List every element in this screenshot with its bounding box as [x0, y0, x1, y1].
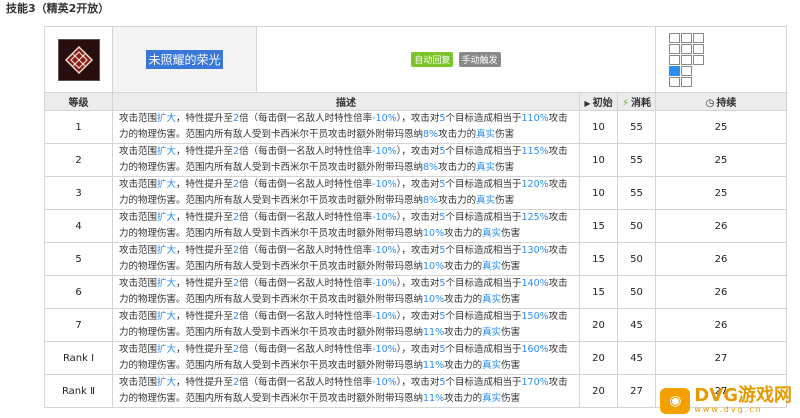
table-row: 1 攻击范围扩大，特性提升至2倍（每击倒一名敌人时特性倍率-10%），攻击对5个目… — [44, 110, 788, 144]
skill-table: 未照耀的荣光 自动回复 手动触发 等级 描述 ▶ 初始 ⚡ 消耗 ◷ 持续 1 攻击范围… — [44, 26, 788, 408]
skill-icon-cell — [44, 26, 113, 93]
row-duration: 26 — [655, 308, 788, 342]
skill-name-cell: 未照耀的荣光 — [112, 26, 257, 93]
row-description: 攻击范围扩大，特性提升至2倍（每击倒一名敌人时特性倍率-10%），攻击对5个目标… — [112, 374, 580, 408]
row-level: 3 — [44, 176, 113, 210]
row-initial: 10 — [579, 176, 618, 210]
row-cost: 55 — [616, 110, 657, 144]
row-cost: 50 — [616, 242, 657, 276]
table-row: 6 攻击范围扩大，特性提升至2倍（每击倒一名敌人时特性倍率-10%），攻击对5个目… — [44, 275, 788, 309]
row-duration: 26 — [655, 275, 788, 309]
row-cost: 50 — [616, 275, 657, 309]
row-duration: 26 — [655, 209, 788, 243]
row-duration: 25 — [655, 176, 788, 210]
play-icon: ▶ — [584, 99, 591, 108]
row-cost: 55 — [616, 176, 657, 210]
skill-name: 未照耀的荣光 — [146, 50, 223, 69]
row-initial: 15 — [579, 275, 618, 309]
bolt-icon: ⚡ — [622, 98, 630, 109]
row-description: 攻击范围扩大，特性提升至2倍（每击倒一名敌人时特性倍率-10%），攻击对5个目标… — [112, 242, 580, 276]
table-header: 等级 描述 ▶ 初始 ⚡ 消耗 ◷ 持续 — [44, 92, 788, 111]
row-initial: 20 — [579, 308, 618, 342]
row-duration: 27 — [655, 341, 788, 375]
row-initial: 10 — [579, 110, 618, 144]
row-duration: 25 — [655, 143, 788, 177]
watermark-main: DVG游戏网 — [694, 385, 792, 406]
row-cost: 50 — [616, 209, 657, 243]
row-level: 6 — [44, 275, 113, 309]
watermark: ◉ DVG游戏网 www.dvg.cn — [660, 387, 792, 414]
row-description: 攻击范围扩大，特性提升至2倍（每击倒一名敌人时特性倍率-10%），攻击对5个目标… — [112, 176, 580, 210]
watermark-sub: www.dvg.cn — [694, 405, 763, 414]
row-level: 1 — [44, 110, 113, 144]
row-initial: 10 — [579, 143, 618, 177]
row-level: 7 — [44, 308, 113, 342]
row-initial: 15 — [579, 242, 618, 276]
attack-range-cell — [655, 26, 788, 93]
row-duration: 26 — [655, 242, 788, 276]
section-title: 技能3（精英2开放） — [6, 2, 110, 15]
table-row: 3 攻击范围扩大，特性提升至2倍（每击倒一名敌人时特性倍率-10%），攻击对5个目… — [44, 176, 788, 210]
table-row: 2 攻击范围扩大，特性提升至2倍（每击倒一名敌人时特性倍率-10%），攻击对5个目… — [44, 143, 788, 177]
skill-emblem-icon — [57, 38, 100, 81]
badge-auto-recovery: 自动回复 — [411, 52, 454, 67]
header-level: 等级 — [44, 92, 113, 111]
row-level: 2 — [44, 143, 113, 177]
operator-position-icon — [669, 65, 681, 76]
row-description: 攻击范围扩大，特性提升至2倍（每击倒一名敌人时特性倍率-10%），攻击对5个目标… — [112, 110, 580, 144]
row-level: 5 — [44, 242, 113, 276]
header-cost: ⚡ 消耗 — [616, 92, 657, 111]
table-row: 5 攻击范围扩大，特性提升至2倍（每击倒一名敌人时特性倍率-10%），攻击对5个目… — [44, 242, 788, 276]
table-row: 4 攻击范围扩大，特性提升至2倍（每击倒一名敌人时特性倍率-10%），攻击对5个目… — [44, 209, 788, 243]
row-level: Rank Ⅱ — [44, 374, 113, 408]
table-row: 7 攻击范围扩大，特性提升至2倍（每击倒一名敌人时特性倍率-10%），攻击对5个目… — [44, 308, 788, 342]
row-cost: 45 — [616, 308, 657, 342]
row-level: Rank Ⅰ — [44, 341, 113, 375]
row-level: 4 — [44, 209, 113, 243]
row-initial: 20 — [579, 374, 618, 408]
row-cost: 45 — [616, 341, 657, 375]
row-description: 攻击范围扩大，特性提升至2倍（每击倒一名敌人时特性倍率-10%），攻击对5个目标… — [112, 308, 580, 342]
table-row: Rank Ⅰ 攻击范围扩大，特性提升至2倍（每击倒一名敌人时特性倍率-10%），攻… — [44, 341, 788, 375]
row-description: 攻击范围扩大，特性提升至2倍（每击倒一名敌人时特性倍率-10%），攻击对5个目标… — [112, 143, 580, 177]
header-desc: 描述 — [112, 92, 580, 111]
badge-manual-trigger: 手动触发 — [458, 52, 501, 67]
row-cost: 55 — [616, 143, 657, 177]
row-initial: 20 — [579, 341, 618, 375]
row-duration: 25 — [655, 110, 788, 144]
row-description: 攻击范围扩大，特性提升至2倍（每击倒一名敌人时特性倍率-10%），攻击对5个目标… — [112, 209, 580, 243]
row-description: 攻击范围扩大，特性提升至2倍（每击倒一名敌人时特性倍率-10%），攻击对5个目标… — [112, 341, 580, 375]
header-duration: ◷ 持续 — [655, 92, 788, 111]
clock-icon: ◷ — [705, 98, 715, 109]
row-initial: 15 — [579, 209, 618, 243]
watermark-logo-icon: ◉ — [660, 387, 691, 414]
skill-badges: 自动回复 手动触发 — [255, 26, 657, 93]
header-initial: ▶ 初始 — [579, 92, 618, 111]
attack-range-grid — [669, 32, 786, 87]
row-description: 攻击范围扩大，特性提升至2倍（每击倒一名敌人时特性倍率-10%），攻击对5个目标… — [112, 275, 580, 309]
row-cost: 27 — [616, 374, 657, 408]
